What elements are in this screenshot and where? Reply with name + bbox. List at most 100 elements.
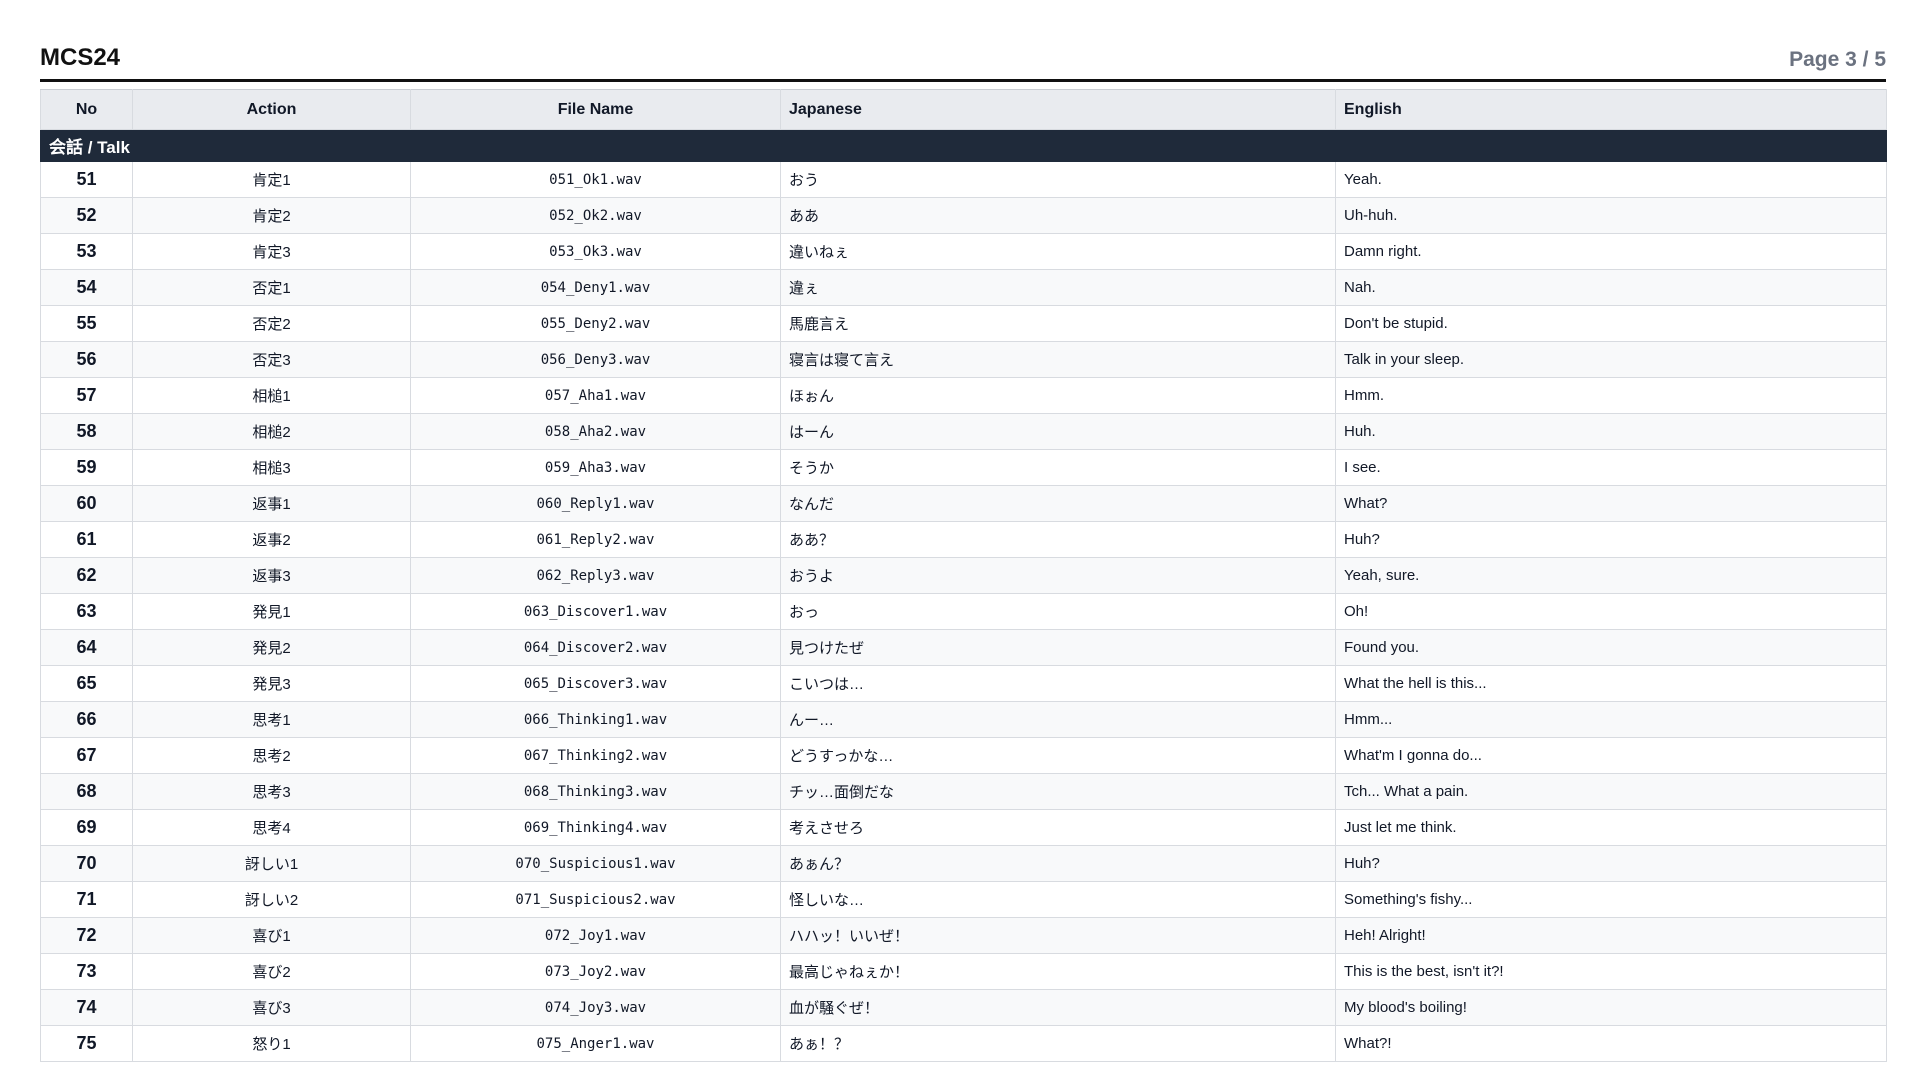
cell-japanese: チッ…面倒だな [780,773,1336,810]
page-indicator: Page 3 / 5 [1789,48,1886,71]
cell-japanese: 血が騒ぐぜ！ [780,989,1336,1026]
cell-file-name: 059_Aha3.wav [410,449,781,486]
cell-japanese: 考えさせろ [780,809,1336,846]
document-title: MCS24 [40,44,121,71]
cell-japanese: んー… [780,701,1336,738]
cell-english: Something's fishy... [1335,881,1887,918]
cell-no: 56 [40,341,133,378]
table-row: 54 否定1 054_Deny1.wav 違ぇ Nah. [40,269,1887,306]
cell-no: 75 [40,1025,133,1062]
cell-no: 67 [40,737,133,774]
cell-file-name: 061_Reply2.wav [410,521,781,558]
cell-japanese: ああ？ [780,521,1336,558]
cell-japanese: おうよ [780,557,1336,594]
cell-action: 発見1 [132,593,411,630]
cell-english: Yeah. [1335,161,1887,198]
cell-action: 喜び2 [132,953,411,990]
cell-action: 相槌2 [132,413,411,450]
table-row: 64 発見2 064_Discover2.wav 見つけたぜ Found you. [40,629,1887,666]
cell-japanese: 怪しいな… [780,881,1336,918]
cell-english: Don't be stupid. [1335,305,1887,342]
column-header-action: Action [132,89,411,130]
table-row: 73 喜び2 073_Joy2.wav 最高じゃねぇか！ This is the bes… [40,953,1887,990]
section-header-row: 会話 / Talk [40,129,1887,162]
cell-english: Yeah, sure. [1335,557,1887,594]
cell-no: 71 [40,881,133,918]
table-row: 62 返事3 062_Reply3.wav おうよ Yeah, sure. [40,557,1887,594]
table-row: 67 思考2 067_Thinking2.wav どうすっかな… What'm I go… [40,737,1887,774]
cell-no: 57 [40,377,133,414]
cell-action: 怒り1 [132,1025,411,1062]
table-row: 59 相槌3 059_Aha3.wav そうか I see. [40,449,1887,486]
cell-japanese: ああ [780,197,1336,234]
column-header-japanese: Japanese [780,89,1336,130]
cell-english: Tch... What a pain. [1335,773,1887,810]
cell-japanese: 寝言は寝て言え [780,341,1336,378]
cell-file-name: 068_Thinking3.wav [410,773,781,810]
cell-file-name: 054_Deny1.wav [410,269,781,306]
cell-english: Uh-huh. [1335,197,1887,234]
table-row: 58 相槌2 058_Aha2.wav はーん Huh. [40,413,1887,450]
cell-no: 58 [40,413,133,450]
cell-no: 55 [40,305,133,342]
cell-file-name: 062_Reply3.wav [410,557,781,594]
cell-japanese: おっ [780,593,1336,630]
cell-file-name: 056_Deny3.wav [410,341,781,378]
cell-file-name: 052_Ok2.wav [410,197,781,234]
cell-japanese: 違いねぇ [780,233,1336,270]
table-row: 56 否定3 056_Deny3.wav 寝言は寝て言え Talk in your sl… [40,341,1887,378]
cell-japanese: おう [780,161,1336,198]
cell-no: 60 [40,485,133,522]
cell-no: 69 [40,809,133,846]
document-page: MCS24 Page 3 / 5 No Action File Name Jap… [40,0,1887,1062]
section-label: 会話 / Talk [40,129,1887,162]
cell-english: Huh? [1335,845,1887,882]
cell-file-name: 065_Discover3.wav [410,665,781,702]
cell-action: 否定3 [132,341,411,378]
table-row: 52 肯定2 052_Ok2.wav ああ Uh-huh. [40,197,1887,234]
table-row: 74 喜び3 074_Joy3.wav 血が騒ぐぜ！ My blood's boilin… [40,989,1887,1026]
cell-english: Heh! Alright! [1335,917,1887,954]
table-row: 55 否定2 055_Deny2.wav 馬鹿言え Don't be stupid. [40,305,1887,342]
cell-japanese: あぁ！？ [780,1025,1336,1062]
cell-file-name: 073_Joy2.wav [410,953,781,990]
table-row: 66 思考1 066_Thinking1.wav んー… Hmm... [40,701,1887,738]
cell-file-name: 058_Aha2.wav [410,413,781,450]
table-row: 60 返事1 060_Reply1.wav なんだ What? [40,485,1887,522]
cell-no: 59 [40,449,133,486]
cell-action: 思考2 [132,737,411,774]
cell-english: Just let me think. [1335,809,1887,846]
cell-english: This is the best, isn't it?! [1335,953,1887,990]
column-header-english: English [1335,89,1887,130]
cell-japanese: 見つけたぜ [780,629,1336,666]
cell-japanese: 馬鹿言え [780,305,1336,342]
table-row: 65 発見3 065_Discover3.wav こいつは… What the hell… [40,665,1887,702]
table-header-row: No Action File Name Japanese English [40,89,1887,130]
cell-action: 否定2 [132,305,411,342]
cell-no: 62 [40,557,133,594]
cell-file-name: 072_Joy1.wav [410,917,781,954]
column-header-no: No [40,89,133,130]
cell-action: 喜び3 [132,989,411,1026]
cell-action: 喜び1 [132,917,411,954]
cell-action: 相槌1 [132,377,411,414]
table-body: 会話 / Talk 51 肯定1 051_Ok1.wav おう Yeah. 52 肯定2 05… [40,129,1887,1062]
cell-english: What? [1335,485,1887,522]
table-row: 63 発見1 063_Discover1.wav おっ Oh! [40,593,1887,630]
table-row: 75 怒り1 075_Anger1.wav あぁ！？ What?! [40,1025,1887,1062]
table-row: 53 肯定3 053_Ok3.wav 違いねぇ Damn right. [40,233,1887,270]
cell-no: 72 [40,917,133,954]
cell-file-name: 063_Discover1.wav [410,593,781,630]
cell-no: 54 [40,269,133,306]
cell-english: Oh! [1335,593,1887,630]
cell-japanese: あぁん？ [780,845,1336,882]
cell-file-name: 064_Discover2.wav [410,629,781,666]
cell-action: 思考1 [132,701,411,738]
cell-no: 61 [40,521,133,558]
table-row: 69 思考4 069_Thinking4.wav 考えさせろ Just let me t… [40,809,1887,846]
cell-english: My blood's boiling! [1335,989,1887,1026]
column-header-file-name: File Name [410,89,781,130]
cell-file-name: 066_Thinking1.wav [410,701,781,738]
cell-no: 68 [40,773,133,810]
cell-file-name: 069_Thinking4.wav [410,809,781,846]
